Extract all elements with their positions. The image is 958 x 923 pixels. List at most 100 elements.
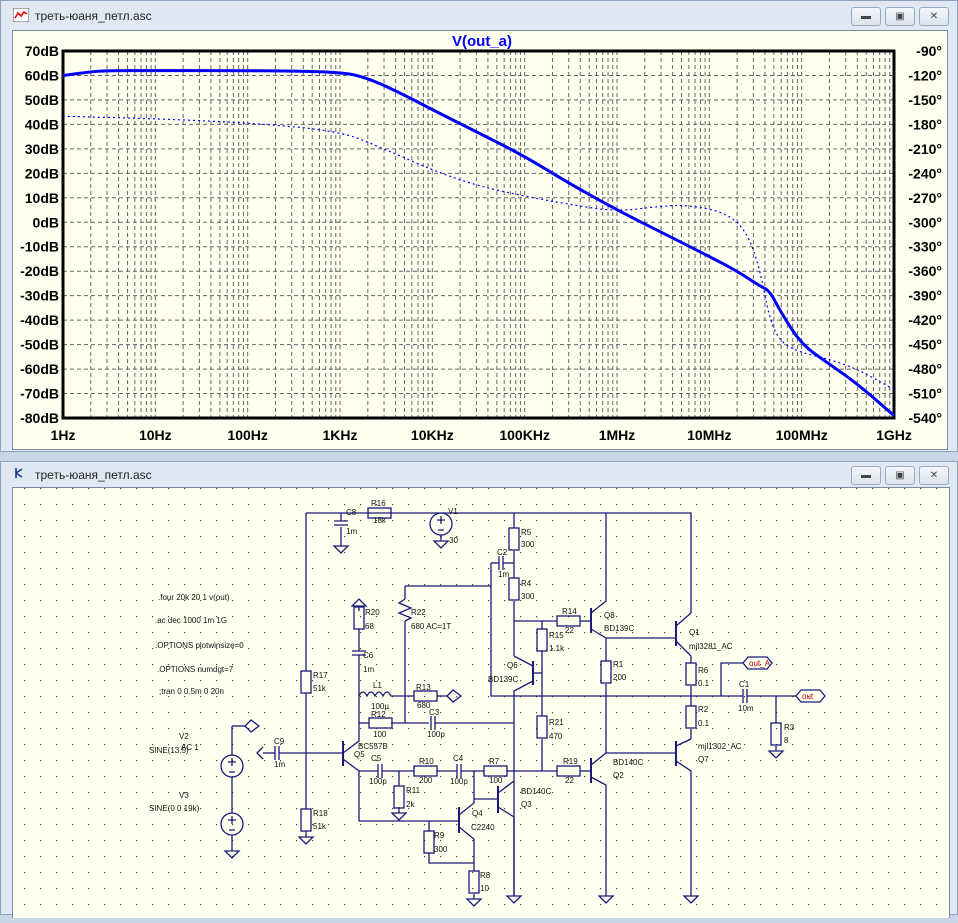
y-left-tick-label: 50dB (25, 92, 59, 108)
r11-name-label: R11 (406, 786, 421, 795)
q8-name-label: Q8 (604, 611, 615, 620)
r16-name-label: R16 (371, 499, 386, 508)
y-right-tick-label: -270° (908, 190, 942, 206)
schematic-window: треть-юаня_петл.asc ▬ ▣ ✕ out_A out C8 1m R… (0, 461, 958, 918)
r3-name-label: R3 (784, 723, 795, 732)
schematic-window-titlebar[interactable]: треть-юаня_петл.asc ▬ ▣ ✕ (1, 462, 957, 486)
x-tick-label: 1MHz (599, 427, 636, 443)
r2-name-label: R2 (698, 705, 709, 714)
close-button[interactable]: ✕ (919, 7, 949, 26)
r2-value-label: 0.1 (698, 719, 710, 728)
r12-name-label: R12 (371, 710, 386, 719)
x-tick-label: 1KHz (322, 427, 357, 443)
q4-name-label: Q4 (472, 809, 483, 818)
bode-plot[interactable]: V(out_a) 70dB 60dB 50dB 40dB 30dB 20dB 10dB 0dB… (13, 31, 947, 449)
y-left-tick-label: -60dB (20, 361, 59, 377)
y-right-tick-label: -420° (908, 312, 942, 328)
magnitude-trace[interactable] (62, 69, 895, 417)
plot-window-titlebar[interactable]: треть-юаня_петл.asc ▬ ▣ ✕ (1, 1, 957, 29)
plot-window: треть-юаня_петл.asc ▬ ▣ ✕ V(out_a) 70dB 6… (0, 0, 958, 452)
q2-value-label: BD140C (613, 758, 643, 767)
r1-value-label: 200 (613, 673, 627, 682)
r19-name-label: R19 (563, 757, 578, 766)
y-right-tick-label: -150° (908, 92, 942, 108)
r5-name-label: R5 (521, 528, 532, 537)
schematic[interactable]: out_Aout C81mR1618kV130C21mR5300R4300R14… (13, 488, 949, 918)
c8-name-label: C8 (346, 508, 357, 517)
c9-name-label: C9 (274, 737, 285, 746)
schematic-icon (15, 468, 23, 478)
r9-value-label: 300 (434, 845, 448, 854)
y-left-tick-label: 0dB (33, 214, 59, 230)
r1-name-label: R1 (613, 660, 624, 669)
q1-name-label: Q1 (689, 628, 700, 637)
plot-pane[interactable]: V(out_a) 70dB 60dB 50dB 40dB 30dB 20dB 10dB 0dB… (12, 30, 948, 450)
q8-value-label: BD139C (604, 624, 634, 633)
r17-value-label: 51k (313, 684, 327, 693)
c1-name-label: C1 (739, 680, 750, 689)
x-tick-label: 100Hz (227, 427, 267, 443)
restore-button[interactable]: ▣ (885, 466, 915, 485)
spice-directive[interactable]: .OPTIONS plotwinsize=0 (155, 641, 244, 650)
x-tick-label: 10MHz (687, 427, 731, 443)
y-left-tick-label: -70dB (20, 386, 59, 402)
r15-value-label: 1.1k (549, 644, 565, 653)
r4-name-label: R4 (521, 579, 532, 588)
r18-name-label: R18 (313, 809, 328, 818)
close-button[interactable]: ✕ (919, 466, 949, 485)
r16-value-label: 18k (373, 516, 387, 525)
y-left-tick-label: 30dB (25, 141, 59, 157)
x-tick-label: 1Hz (51, 427, 76, 443)
q5-name-label: Q5 (354, 750, 365, 759)
c4-value-label: 100p (450, 777, 468, 786)
y-right-tick-label: -390° (908, 288, 942, 304)
spice-directive[interactable]: .four 20k 20 1 v(out) (158, 593, 230, 602)
c5-value-label: 100p (369, 777, 387, 786)
plot-title[interactable]: V(out_a) (452, 33, 512, 50)
spice-directive[interactable]: .OPTIONS numdgt=7 (157, 665, 234, 674)
y-right-tick-label: -120° (908, 67, 942, 83)
c6-name-label: C6 (363, 651, 374, 660)
r6-name-label: R6 (698, 666, 709, 675)
c6-value-label: 1m (363, 665, 374, 674)
schematic-window-title: треть-юаня_петл.asc (35, 468, 152, 482)
y-left-tick-label: 40dB (25, 116, 59, 132)
r5-value-label: 300 (521, 540, 535, 549)
y-left-tick-label: -50dB (20, 337, 59, 353)
r20-value-label: 68 (365, 622, 374, 631)
r15-name-label: R15 (549, 631, 564, 640)
minimize-button[interactable]: ▬ (851, 466, 881, 485)
y-right-tick-label: -90° (916, 43, 942, 59)
restore-icon: ▣ (895, 11, 905, 22)
y-left-tick-label: 20dB (25, 165, 59, 181)
y-right-tick-label: -540° (908, 410, 942, 426)
r21-value-label: 470 (549, 732, 563, 741)
spice-directive[interactable]: ;tran 0 0.5m 0 20n (159, 687, 224, 696)
y-right-tick-label: -480° (908, 361, 942, 377)
l1-name-label: L1 (373, 681, 382, 690)
restore-button[interactable]: ▣ (885, 7, 915, 26)
r19-value-label: 22 (565, 776, 574, 785)
minimize-button[interactable]: ▬ (851, 7, 881, 26)
v1-name-label: V1 (448, 507, 458, 516)
grid-dots (13, 488, 949, 918)
q3-name-label: Q3 (521, 800, 532, 809)
x-tick-label: 100MHz (776, 427, 828, 443)
phase-trace[interactable] (62, 115, 895, 390)
r11-value-label: 2k (406, 800, 415, 809)
y-left-tick-label: 70dB (25, 43, 59, 59)
y-right-tick-label: -330° (908, 239, 942, 255)
y-right-tick-label: -300° (908, 214, 942, 230)
r9-name-label: R9 (434, 831, 445, 840)
schematic-canvas[interactable]: out_A out C8 1m R16 18k V1 30 C2 1m R5 300 R4 300 R14… (12, 487, 950, 918)
r17-name-label: R17 (313, 671, 328, 680)
c1-value-label: 10m (738, 704, 754, 713)
close-icon: ✕ (929, 470, 939, 481)
r21-name-label: R21 (549, 718, 564, 727)
r12-value-label: 100 (373, 730, 387, 739)
r20-name-label: R20 (365, 608, 380, 617)
spice-directive[interactable]: .ac dec 1000 1m 1G (155, 616, 227, 625)
c3-name-label: C3 (429, 708, 440, 717)
q6-name-label: Q6 (507, 661, 518, 670)
r8-name-label: R8 (480, 871, 491, 880)
